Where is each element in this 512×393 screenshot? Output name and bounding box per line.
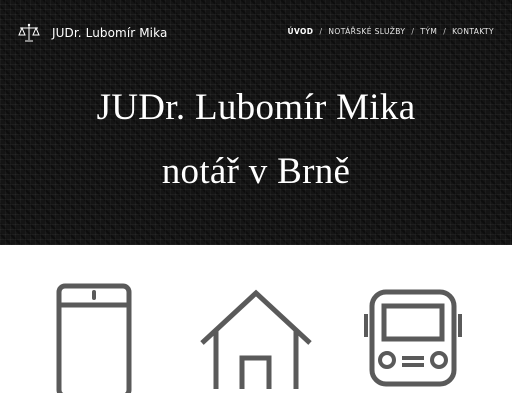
bus-icon	[364, 289, 462, 387]
site-logo[interactable]: JUDr. Lubomír Mika	[18, 23, 167, 43]
hero-banner: JUDr. Lubomír Mika úvod / notářské služb…	[0, 0, 512, 245]
nav-separator: /	[443, 27, 447, 36]
features-section	[0, 245, 512, 393]
logo-text: JUDr. Lubomír Mika	[52, 26, 168, 40]
nav-item-tym[interactable]: tým	[420, 27, 437, 36]
phone-icon	[56, 283, 132, 393]
nav-separator: /	[319, 27, 323, 36]
scales-icon	[18, 23, 40, 42]
nav-item-notarske-sluzby[interactable]: notářské služby	[328, 27, 405, 36]
nav-separator: /	[411, 27, 415, 36]
main-nav: úvod / notářské služby / tým / kontakty	[287, 27, 494, 36]
nav-item-kontakty[interactable]: kontakty	[452, 27, 494, 36]
hero-title: JUDr. Lubomír Mika	[96, 87, 416, 128]
hero-subtitle: notář v Brně	[161, 151, 351, 192]
house-icon	[200, 289, 312, 389]
nav-item-uvod[interactable]: úvod	[287, 27, 313, 36]
